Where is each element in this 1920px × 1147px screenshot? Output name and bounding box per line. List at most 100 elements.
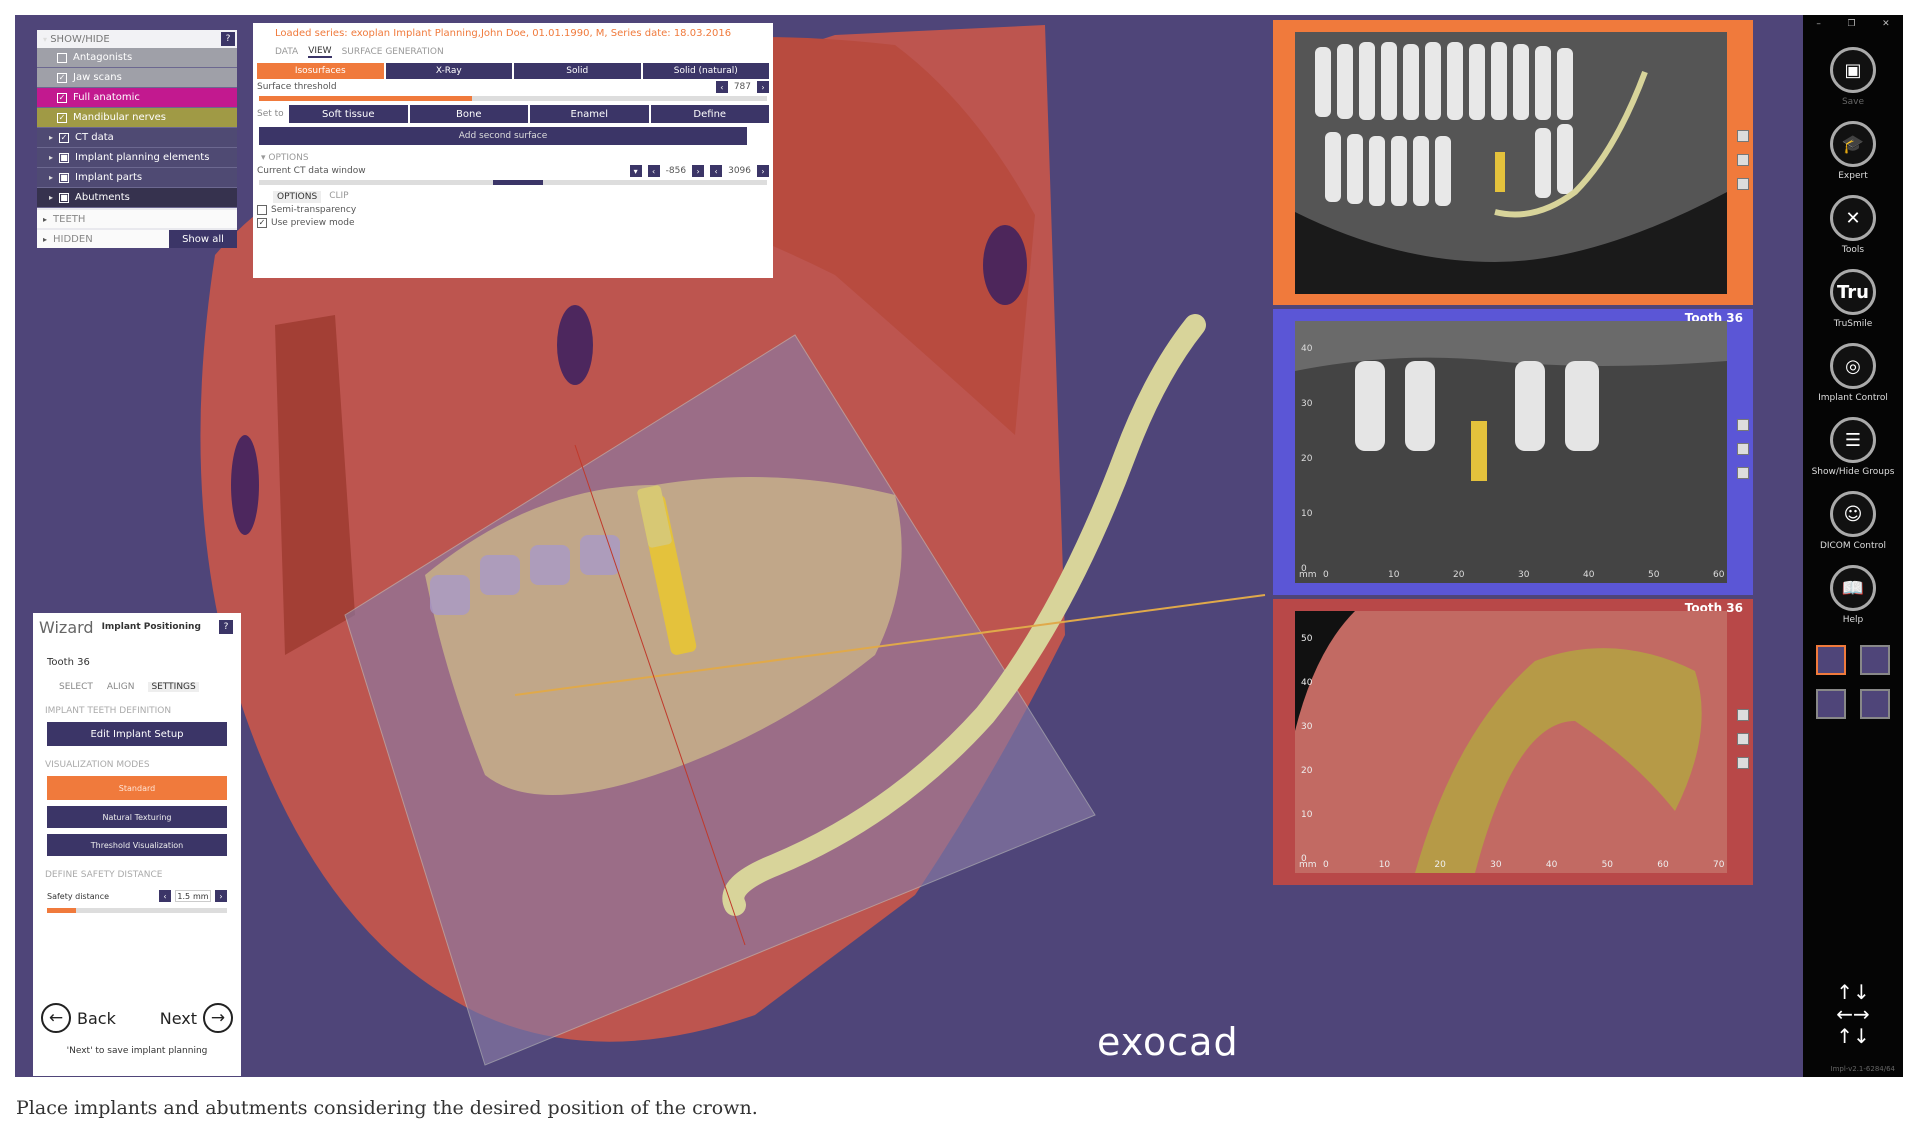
mode-solid-natural[interactable]: Solid (natural) [642, 63, 769, 79]
minimize-icon[interactable]: – [1816, 19, 1821, 29]
increase-arrow-icon[interactable]: › [757, 165, 769, 177]
safety-distance-slider[interactable] [47, 908, 227, 913]
expand-icon[interactable]: ▸ [49, 153, 53, 162]
mode-isosurfaces[interactable]: Isosurfaces [257, 63, 384, 79]
set-enamel-button[interactable]: Enamel [530, 105, 649, 123]
edit-implant-setup-button[interactable]: Edit Implant Setup [47, 722, 227, 746]
checkbox[interactable]: ■ [59, 152, 70, 163]
safety-distance-input[interactable]: 1.5 mm [175, 890, 211, 902]
checkbox[interactable]: ✓ [57, 72, 67, 83]
cross-section-view[interactable]: Tooth 36 40 30 20 10 0 0 10 20 30 40 50 60 mm [1273, 309, 1753, 595]
expand-icon[interactable]: ▸ [49, 193, 53, 202]
view-option-icon[interactable] [1737, 130, 1749, 142]
increase-arrow-icon[interactable]: › [692, 165, 705, 177]
subtab-clip[interactable]: CLIP [329, 191, 348, 203]
tab-view[interactable]: VIEW [308, 46, 332, 58]
teeth-section[interactable]: ▸ TEETH [37, 210, 237, 228]
checkbox[interactable]: ✓ [57, 112, 67, 123]
vis-standard-button[interactable]: Standard [47, 776, 227, 800]
tool-tools[interactable]: ✕ Tools [1803, 195, 1903, 255]
surface-threshold-value[interactable]: 787 [734, 82, 751, 92]
sh-item-abutments[interactable]: ▸ ■ Abutments [37, 188, 237, 208]
increase-arrow-icon[interactable]: › [757, 81, 769, 93]
sh-item-jaw-scans[interactable]: ✓ Jaw scans [37, 68, 237, 88]
define-button[interactable]: Define [650, 105, 769, 123]
decrease-arrow-icon[interactable]: ‹ [647, 165, 660, 177]
tool-dicom-control[interactable]: ☺ DICOM Control [1803, 491, 1903, 551]
tab-align[interactable]: ALIGN [107, 682, 135, 692]
vis-natural-texturing-button[interactable]: Natural Texturing [47, 806, 227, 828]
view-option-icon[interactable] [1737, 757, 1749, 769]
tool-show-hide-groups[interactable]: ☰ Show/Hide Groups [1803, 417, 1903, 477]
tab-select[interactable]: SELECT [59, 682, 93, 692]
view-option-icon[interactable] [1737, 419, 1749, 431]
sh-item-ct-data[interactable]: ▸ ✓ CT data [37, 128, 237, 148]
navigation-arrows-icon[interactable]: ↑↓ ←→ ↑↓ [1803, 981, 1903, 1047]
view-option-icon[interactable] [1737, 467, 1749, 479]
set-soft-tissue-button[interactable]: Soft tissue [289, 105, 408, 123]
checkbox[interactable] [57, 52, 67, 63]
expand-icon[interactable]: ▸ [49, 173, 53, 182]
collapse-icon[interactable]: ▾ [43, 35, 47, 44]
increase-arrow-icon[interactable]: › [215, 890, 227, 902]
tool-graduation-cap[interactable]: 🎓 Expert [1803, 121, 1903, 181]
decrease-arrow-icon[interactable]: ‹ [159, 890, 171, 902]
view-option-icon[interactable] [1737, 709, 1749, 721]
decrease-arrow-icon[interactable]: ‹ [715, 81, 728, 93]
tool-trusmile[interactable]: Tru TruSmile [1803, 269, 1903, 329]
panoramic-view[interactable] [1273, 20, 1753, 305]
tab-data[interactable]: DATA [275, 47, 298, 57]
set-bone-button[interactable]: Bone [409, 105, 528, 123]
expand-icon[interactable]: ▸ [43, 215, 47, 224]
tab-settings[interactable]: SETTINGS [148, 682, 199, 692]
hidden-section[interactable]: ▸ HIDDEN Show all [37, 230, 237, 248]
tool-help-book[interactable]: 📖 Help [1803, 565, 1903, 625]
mode-solid[interactable]: Solid [514, 63, 641, 79]
ct-window-slider[interactable] [259, 180, 767, 185]
checkbox[interactable]: ✓ [257, 217, 267, 228]
sh-item-implant-planning-elements[interactable]: ▸ ■ Implant planning elements [37, 148, 237, 168]
add-second-surface-button[interactable]: Add second surface [259, 127, 747, 145]
view-option-icon[interactable] [1737, 154, 1749, 166]
use-preview-option[interactable]: ✓ Use preview mode [253, 216, 773, 229]
tab-surface-generation[interactable]: SURFACE GENERATION [342, 47, 444, 57]
dropdown-icon[interactable]: ▾ [629, 165, 642, 177]
checkbox[interactable] [257, 204, 267, 215]
layout-option-icon[interactable] [1816, 689, 1846, 719]
tool-implant-control[interactable]: ◎ Implant Control [1803, 343, 1903, 403]
next-button[interactable]: Next → [160, 1003, 233, 1033]
layout-option-icon[interactable] [1816, 645, 1846, 675]
view-option-icon[interactable] [1737, 443, 1749, 455]
mode-xray[interactable]: X-Ray [385, 63, 512, 79]
expand-icon[interactable]: ▸ [49, 133, 53, 142]
sh-item-full-anatomic[interactable]: ✓ Full anatomic [37, 88, 237, 108]
wizard-help-button[interactable]: ? [219, 620, 233, 634]
semi-transparency-option[interactable]: Semi-transparency [253, 203, 773, 216]
ct-min-value[interactable]: -856 [666, 166, 686, 176]
sh-item-antagonists[interactable]: Antagonists [37, 48, 237, 68]
tool-save[interactable]: ▣ Save [1803, 47, 1903, 107]
ct-max-value[interactable]: 3096 [728, 166, 751, 176]
surface-threshold-slider[interactable] [259, 96, 767, 101]
expand-icon[interactable]: ▸ [43, 235, 47, 244]
checkbox[interactable]: ✓ [59, 132, 70, 143]
show-hide-header[interactable]: ▾ SHOW/HIDE ? [37, 30, 237, 48]
restore-icon[interactable]: ❐ [1847, 19, 1855, 29]
vis-threshold-button[interactable]: Threshold Visualization [47, 834, 227, 856]
sh-item-implant-parts[interactable]: ▸ ■ Implant parts [37, 168, 237, 188]
checkbox[interactable]: ■ [59, 192, 70, 203]
layout-option-icon[interactable] [1860, 645, 1890, 675]
back-button[interactable]: ← Back [41, 1003, 116, 1033]
view-option-icon[interactable] [1737, 178, 1749, 190]
close-icon[interactable]: ✕ [1882, 19, 1890, 29]
axial-view[interactable]: Tooth 36 50 40 30 20 10 0 0 10 20 30 40 50 60 70 mm [1273, 599, 1753, 885]
decrease-arrow-icon[interactable]: ‹ [710, 165, 723, 177]
checkbox[interactable]: ■ [59, 172, 70, 183]
view-option-icon[interactable] [1737, 733, 1749, 745]
checkbox[interactable]: ✓ [57, 92, 67, 103]
sh-item-mandibular-nerves[interactable]: ✓ Mandibular nerves [37, 108, 237, 128]
show-all-button[interactable]: Show all [169, 230, 237, 248]
layout-option-icon[interactable] [1860, 689, 1890, 719]
options-section[interactable]: ▾ OPTIONS [253, 153, 773, 163]
show-hide-help-button[interactable]: ? [221, 32, 235, 46]
